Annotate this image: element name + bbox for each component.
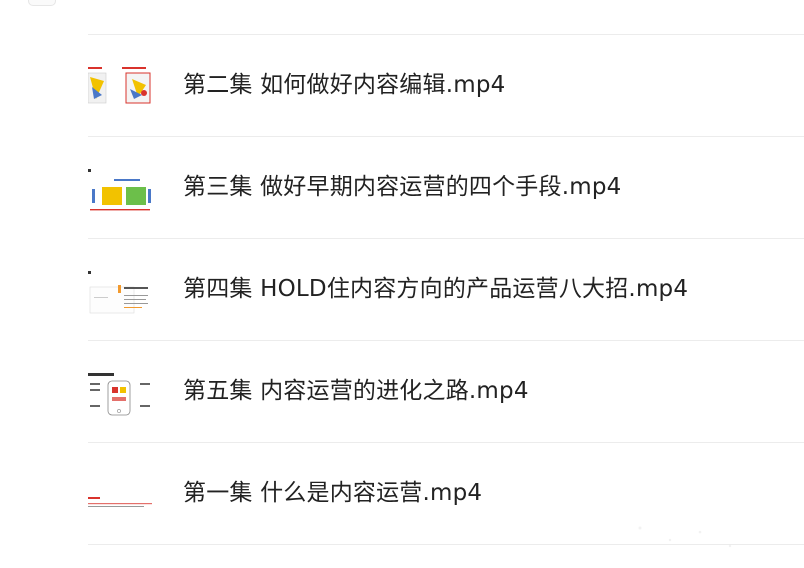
list-item[interactable]: 第五集 内容运营的进化之路.mp4 <box>88 341 804 443</box>
partial-button[interactable] <box>28 0 56 6</box>
video-thumbnail-icon <box>88 371 152 417</box>
thumbnail-slide-graphic <box>88 473 152 519</box>
video-thumbnail-icon <box>88 167 152 213</box>
file-name[interactable]: 第一集 什么是内容运营.mp4 <box>183 479 482 507</box>
file-name[interactable]: 第四集 HOLD住内容方向的产品运营八大招.mp4 <box>183 275 688 303</box>
file-list: 第二集 如何做好内容编辑.mp4 第三集 做好早期内容运营的四个手段.mp4 第… <box>88 34 804 545</box>
file-name[interactable]: 第三集 做好早期内容运营的四个手段.mp4 <box>183 173 621 201</box>
list-item[interactable]: 第二集 如何做好内容编辑.mp4 <box>88 35 804 137</box>
thumbnail-slide-graphic <box>88 167 152 213</box>
thumbnail-slide-graphic <box>88 371 152 417</box>
list-item[interactable]: 第四集 HOLD住内容方向的产品运营八大招.mp4 <box>88 239 804 341</box>
file-name[interactable]: 第二集 如何做好内容编辑.mp4 <box>183 71 505 99</box>
file-name[interactable]: 第五集 内容运营的进化之路.mp4 <box>183 377 529 405</box>
thumbnail-slide-graphic <box>88 65 152 111</box>
video-thumbnail-icon <box>88 269 152 315</box>
video-thumbnail-icon <box>88 65 152 111</box>
video-thumbnail-icon <box>88 473 152 519</box>
background-smudge <box>638 526 732 548</box>
list-item[interactable]: 第三集 做好早期内容运营的四个手段.mp4 <box>88 137 804 239</box>
thumbnail-slide-graphic <box>88 269 152 315</box>
